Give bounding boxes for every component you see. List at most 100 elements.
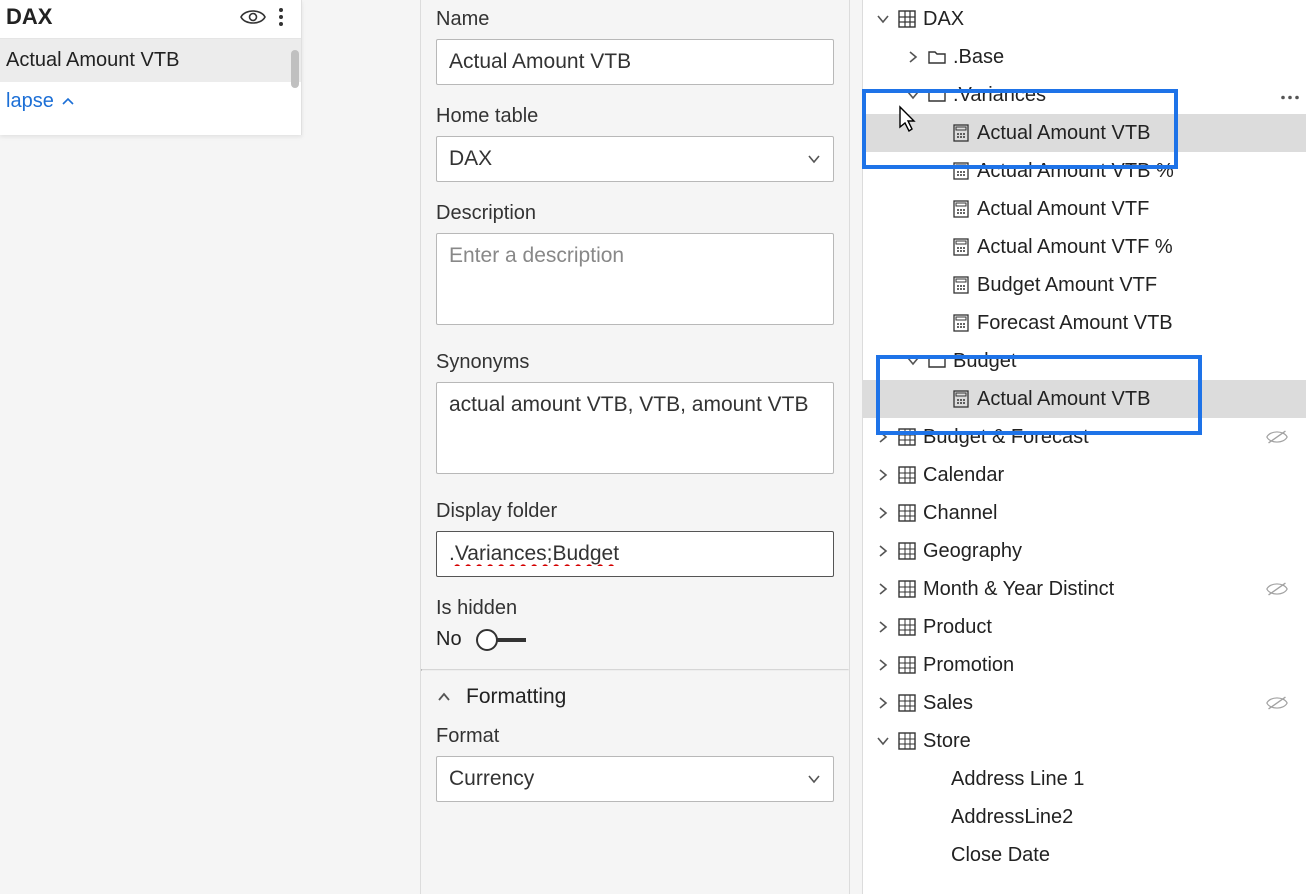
chevron-right-icon bbox=[905, 49, 921, 65]
tree-label: Product bbox=[923, 616, 992, 639]
properties-panel: Name Home table DAX Description Synonyms… bbox=[420, 0, 850, 894]
tree-folder-base[interactable]: .Base bbox=[863, 38, 1306, 76]
table-icon bbox=[897, 617, 917, 637]
chevron-right-icon bbox=[875, 543, 891, 559]
more-options-icon[interactable] bbox=[1280, 84, 1300, 107]
tree-label: Month & Year Distinct bbox=[923, 578, 1114, 601]
folder-icon bbox=[927, 351, 947, 371]
home-table-value: DAX bbox=[449, 147, 492, 170]
chevron-up-icon bbox=[436, 689, 452, 705]
measure-icon bbox=[951, 275, 971, 295]
chevron-right-icon bbox=[875, 695, 891, 711]
tree-label: Forecast Amount VTB bbox=[977, 312, 1173, 335]
tree-column[interactable]: Close Date bbox=[863, 836, 1306, 874]
tree-table[interactable]: Sales bbox=[863, 684, 1306, 722]
tree-label: Actual Amount VTF % bbox=[977, 236, 1173, 259]
tree-folder-budget[interactable]: Budget bbox=[863, 342, 1306, 380]
chevron-right-icon bbox=[875, 467, 891, 483]
table-icon bbox=[897, 503, 917, 523]
tree-label: Store bbox=[923, 730, 971, 753]
format-value: Currency bbox=[449, 767, 534, 790]
more-options-icon[interactable] bbox=[267, 7, 295, 27]
tree-label: Close Date bbox=[951, 844, 1050, 867]
chevron-down-icon bbox=[875, 733, 891, 749]
tree-table[interactable]: Calendar bbox=[863, 456, 1306, 494]
name-label: Name bbox=[436, 8, 834, 31]
tree-label: .Base bbox=[953, 46, 1004, 69]
collapse-label: lapse bbox=[6, 90, 54, 113]
tree-folder-variances[interactable]: .Variances bbox=[863, 76, 1306, 114]
chevron-right-icon bbox=[875, 581, 891, 597]
tree-label: Calendar bbox=[923, 464, 1004, 487]
tree-label: Actual Amount VTB bbox=[977, 122, 1150, 145]
is-hidden-value: No bbox=[436, 628, 462, 651]
tree-label: Actual Amount VTB bbox=[977, 388, 1150, 411]
display-folder-label: Display folder bbox=[436, 500, 834, 523]
home-table-select[interactable]: DAX bbox=[436, 136, 834, 182]
table-icon bbox=[897, 427, 917, 447]
tree-measure[interactable]: Actual Amount VTB bbox=[863, 114, 1306, 152]
hidden-icon bbox=[1266, 581, 1288, 597]
is-hidden-label: Is hidden bbox=[436, 597, 834, 620]
tree-column[interactable]: AddressLine2 bbox=[863, 798, 1306, 836]
tree-table[interactable]: Channel bbox=[863, 494, 1306, 532]
tree-measure[interactable]: Actual Amount VTB % bbox=[863, 152, 1306, 190]
scrollbar-thumb[interactable] bbox=[291, 50, 299, 88]
tree-measure[interactable]: Actual Amount VTF % bbox=[863, 228, 1306, 266]
tree-table-dax[interactable]: DAX bbox=[863, 0, 1306, 38]
tree-label: Actual Amount VTF bbox=[977, 198, 1149, 221]
tree-table[interactable]: Geography bbox=[863, 532, 1306, 570]
formatting-label: Formatting bbox=[466, 685, 566, 709]
is-hidden-toggle[interactable] bbox=[476, 629, 526, 651]
measure-icon bbox=[951, 389, 971, 409]
synonyms-input[interactable] bbox=[436, 382, 834, 474]
tree-table[interactable]: Product bbox=[863, 608, 1306, 646]
table-icon bbox=[897, 655, 917, 675]
format-label: Format bbox=[436, 725, 834, 748]
tree-measure[interactable]: Forecast Amount VTB bbox=[863, 304, 1306, 342]
tree-label: AddressLine2 bbox=[951, 806, 1073, 829]
tree-column[interactable]: Address Line 1 bbox=[863, 760, 1306, 798]
tree-label: Budget Amount VTF bbox=[977, 274, 1157, 297]
measure-icon bbox=[951, 313, 971, 333]
tree-label: Sales bbox=[923, 692, 973, 715]
measure-icon bbox=[951, 199, 971, 219]
hidden-icon bbox=[1266, 429, 1288, 445]
measure-icon bbox=[951, 237, 971, 257]
hidden-icon bbox=[1266, 695, 1288, 711]
fields-tree: DAX .Base .Variances Actual Amount VTB A… bbox=[862, 0, 1306, 894]
tree-table[interactable]: Promotion bbox=[863, 646, 1306, 684]
chevron-down-icon bbox=[905, 87, 921, 103]
fields-title: DAX bbox=[6, 4, 239, 30]
collapse-link[interactable]: lapse bbox=[0, 82, 301, 121]
folder-icon bbox=[927, 85, 947, 105]
description-input[interactable] bbox=[436, 233, 834, 325]
display-folder-input[interactable] bbox=[436, 531, 834, 577]
field-item[interactable]: Actual Amount VTB bbox=[0, 39, 301, 82]
chevron-right-icon bbox=[875, 429, 891, 445]
fields-header: DAX bbox=[0, 0, 301, 39]
tree-label: Promotion bbox=[923, 654, 1014, 677]
format-select[interactable]: Currency bbox=[436, 756, 834, 802]
tree-measure[interactable]: Budget Amount VTF bbox=[863, 266, 1306, 304]
table-icon bbox=[897, 579, 917, 599]
name-input[interactable] bbox=[436, 39, 834, 85]
chevron-up-icon bbox=[60, 94, 76, 110]
tree-label: Actual Amount VTB % bbox=[977, 160, 1174, 183]
home-table-label: Home table bbox=[436, 105, 834, 128]
chevron-right-icon bbox=[875, 657, 891, 673]
tree-measure[interactable]: Actual Amount VTF bbox=[863, 190, 1306, 228]
synonyms-label: Synonyms bbox=[436, 351, 834, 374]
tree-table-store[interactable]: Store bbox=[863, 722, 1306, 760]
table-icon bbox=[897, 731, 917, 751]
tree-label: Geography bbox=[923, 540, 1022, 563]
table-icon bbox=[897, 465, 917, 485]
tree-measure[interactable]: Actual Amount VTB bbox=[863, 380, 1306, 418]
tree-label: DAX bbox=[923, 8, 964, 31]
formatting-section-header[interactable]: Formatting bbox=[421, 671, 849, 723]
table-icon bbox=[897, 693, 917, 713]
tree-table[interactable]: Budget & Forecast bbox=[863, 418, 1306, 456]
chevron-right-icon bbox=[875, 619, 891, 635]
visibility-icon[interactable] bbox=[239, 8, 267, 26]
tree-table[interactable]: Month & Year Distinct bbox=[863, 570, 1306, 608]
